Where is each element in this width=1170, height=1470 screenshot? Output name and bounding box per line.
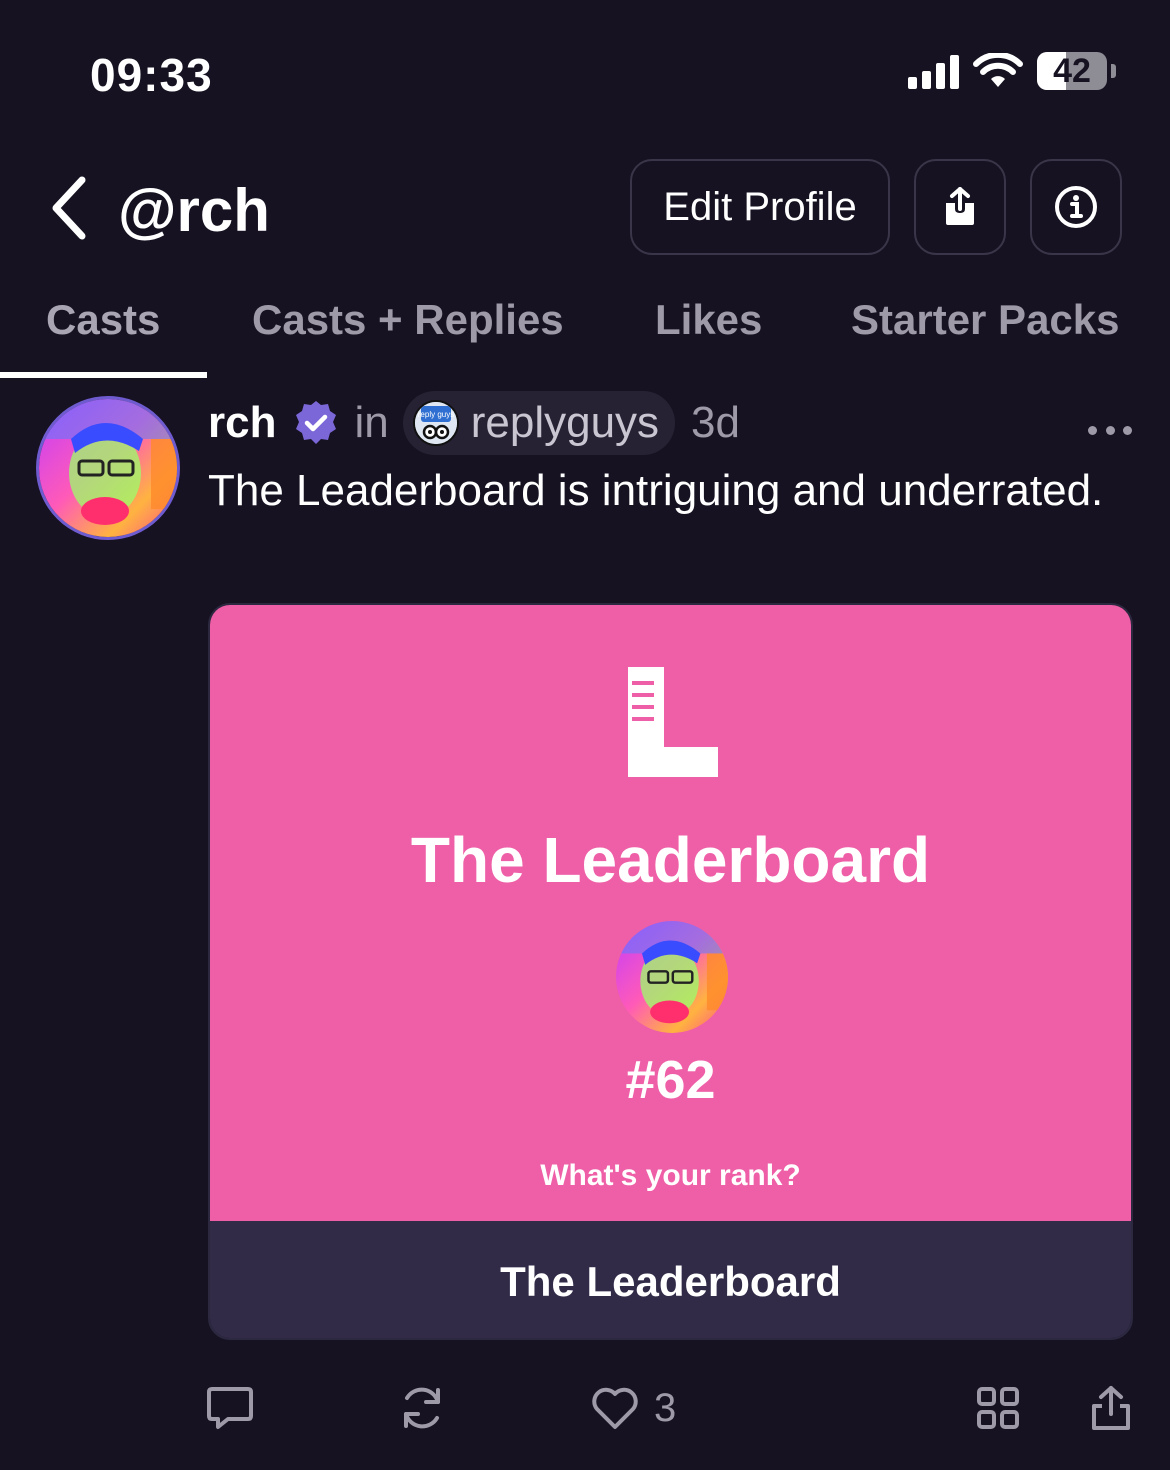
profile-tabs: Casts Casts + Replies Likes Starter Pack… — [0, 296, 1170, 378]
battery-tip — [1111, 64, 1116, 78]
cast-text: The Leaderboard is intriguing and underr… — [208, 466, 1104, 515]
reply-button[interactable] — [206, 1380, 254, 1436]
frame-avatar — [616, 921, 728, 1033]
more-dot — [1123, 425, 1132, 435]
back-button[interactable] — [42, 172, 94, 244]
share-icon — [1092, 1386, 1130, 1430]
frame-question: What's your rank? — [540, 1159, 801, 1192]
channel-name: replyguys — [470, 398, 660, 447]
more-options-button[interactable] — [1088, 418, 1132, 442]
like-button[interactable]: 3 — [590, 1380, 676, 1436]
status-icons: 42 — [908, 52, 1116, 90]
heart-icon — [592, 1387, 638, 1429]
channel-pill[interactable]: reply guys replyguys — [402, 391, 676, 455]
frame-action-button[interactable]: The Leaderboard — [210, 1221, 1131, 1338]
more-dot — [1105, 425, 1115, 435]
frame-card: The Leaderboard #62 What's your rank? Th… — [208, 603, 1133, 1340]
tab-casts[interactable]: Casts — [46, 296, 160, 344]
chevron-left-icon — [52, 176, 86, 240]
frame-title: The Leaderboard — [410, 824, 931, 896]
channel-icon-text: reply guys — [418, 410, 454, 419]
info-button[interactable] — [1030, 159, 1122, 255]
info-icon — [1055, 186, 1097, 228]
channel-icon: reply guys — [412, 400, 459, 446]
frame-rank: #62 — [625, 1050, 716, 1110]
edit-profile-button[interactable]: Edit Profile — [630, 159, 890, 255]
frame-grid-button[interactable] — [976, 1380, 1020, 1436]
like-count: 3 — [654, 1385, 677, 1430]
share-icon — [946, 187, 974, 225]
leaderboard-logo-icon — [628, 667, 718, 777]
cast-author[interactable]: rch — [208, 398, 276, 448]
tab-likes[interactable]: Likes — [655, 296, 762, 344]
active-tab-indicator — [0, 372, 207, 378]
cast-timestamp: 3d — [691, 398, 740, 447]
recast-button[interactable] — [398, 1380, 446, 1436]
wifi-icon — [973, 53, 1023, 87]
cellular-signal-icon — [908, 53, 959, 89]
comment-icon — [207, 1387, 253, 1429]
more-dot — [1088, 425, 1097, 435]
share-profile-button[interactable] — [914, 159, 1006, 255]
verified-badge-icon — [292, 399, 340, 447]
profile-handle: @rch — [118, 177, 270, 244]
avatar[interactable] — [36, 396, 180, 540]
in-label: in — [354, 398, 389, 447]
recast-icon — [404, 1387, 440, 1429]
battery-icon: 42 — [1037, 52, 1107, 90]
tab-casts-replies[interactable]: Casts + Replies — [252, 296, 564, 344]
share-cast-button[interactable] — [1090, 1380, 1132, 1436]
tab-starter-packs[interactable]: Starter Packs — [851, 296, 1120, 344]
status-time: 09:33 — [90, 49, 213, 101]
frame-image[interactable]: The Leaderboard #62 What's your rank? — [210, 605, 1131, 1221]
grid-icon — [977, 1387, 1019, 1429]
battery-level: 42 — [1053, 52, 1091, 90]
cast-header: rch in reply guys replyguys 3d — [208, 390, 740, 456]
